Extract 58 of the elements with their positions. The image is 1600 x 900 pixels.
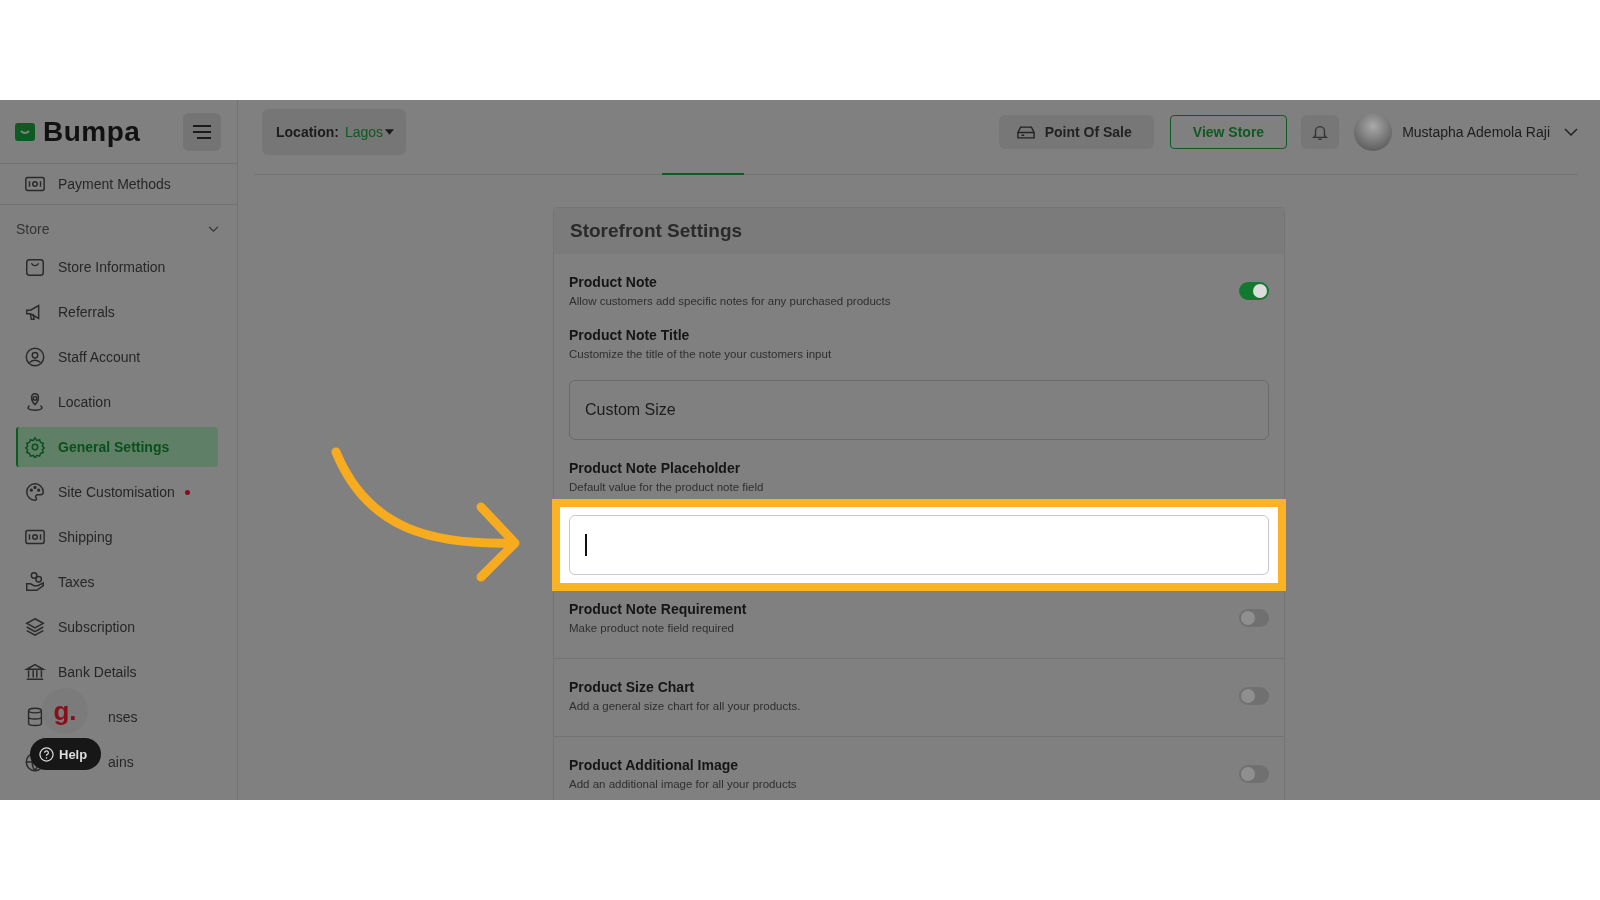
sidebar-item[interactable]: Subscription xyxy=(16,607,218,647)
avatar[interactable] xyxy=(1354,113,1393,151)
toggle-switch[interactable] xyxy=(1239,686,1269,705)
user-name[interactable]: Mustapha Ademola Raji xyxy=(1402,124,1550,140)
sidebar-item[interactable]: Taxes xyxy=(16,562,218,602)
sidebar-item[interactable]: Site Customisation xyxy=(16,472,218,512)
toggle-switch[interactable] xyxy=(1239,608,1269,627)
bank-icon xyxy=(24,661,46,683)
toggle-switch[interactable] xyxy=(1239,764,1269,783)
setting-description: Add an additional image for all your products xyxy=(569,778,798,790)
setting-description: Make product note field required xyxy=(569,622,735,634)
notifications-button[interactable] xyxy=(1301,115,1340,149)
setting-description: Allow customers add specific notes for any purchased products xyxy=(569,295,892,307)
sidebar-item[interactable]: General Settings xyxy=(16,427,218,467)
section-header[interactable]: Store xyxy=(0,205,237,247)
help-button[interactable]: Help xyxy=(30,738,102,770)
user-icon xyxy=(24,346,46,368)
setting-description: Default value for the product note field xyxy=(569,481,765,493)
setting-label: Product Note Requirement xyxy=(569,601,748,617)
setting-label: Product Size Chart xyxy=(569,679,696,695)
card-title: Storefront Settings xyxy=(554,208,1284,254)
sidebar-item[interactable]: Location xyxy=(16,382,218,422)
sidebar-item[interactable]: Store Information xyxy=(16,247,218,287)
sidebar-item[interactable]: Shipping xyxy=(16,517,218,557)
register-icon[interactable] xyxy=(1016,124,1035,140)
input-field[interactable] xyxy=(569,515,1269,575)
layers-icon xyxy=(24,616,46,638)
shopping-bag-icon xyxy=(24,256,46,278)
view-store-button[interactable]: View Store xyxy=(1169,115,1288,149)
setting-label: Product Note Title xyxy=(569,327,691,343)
bell-icon[interactable] xyxy=(1311,123,1330,141)
setting-description: Customize the title of the note your customers input xyxy=(569,348,833,360)
sidebar-item[interactable]: Payment Methods xyxy=(0,164,237,205)
point-of-sale-button[interactable]: Point Of Sale xyxy=(998,115,1154,149)
sidebar-item[interactable]: Referrals xyxy=(16,292,218,332)
sidebar-item[interactable]: Staff Account xyxy=(16,337,218,377)
toggle-switch[interactable] xyxy=(1239,281,1269,300)
gear-icon xyxy=(24,436,46,458)
input-field[interactable]: Custom Size xyxy=(569,380,1269,440)
menu-button[interactable] xyxy=(183,112,221,151)
hand-coins-icon xyxy=(24,571,46,593)
sidebar-item-label[interactable]: ains xyxy=(108,754,134,770)
chevron-down-icon[interactable] xyxy=(208,225,219,233)
sidebar-item-label[interactable]: nses xyxy=(108,709,138,725)
palette-icon xyxy=(24,481,46,503)
chevron-down-icon[interactable] xyxy=(1564,128,1578,136)
location-selector[interactable]: Location: Lagos xyxy=(262,109,407,155)
caret-icon[interactable] xyxy=(385,129,395,135)
setting-label: Product Note xyxy=(569,274,658,290)
help-icon[interactable] xyxy=(39,746,54,762)
location-pin-icon xyxy=(24,391,46,413)
setting-label: Product Additional Image xyxy=(569,757,740,773)
setting-label: Product Note Placeholder xyxy=(569,460,742,476)
bag-logo-icon xyxy=(15,121,35,142)
menu-icon[interactable] xyxy=(192,123,212,140)
chat-badge[interactable]: g. xyxy=(42,688,88,734)
setting-description: Add a general size chart for all your products. xyxy=(569,700,802,712)
logo-text: Bumpa xyxy=(43,115,141,148)
